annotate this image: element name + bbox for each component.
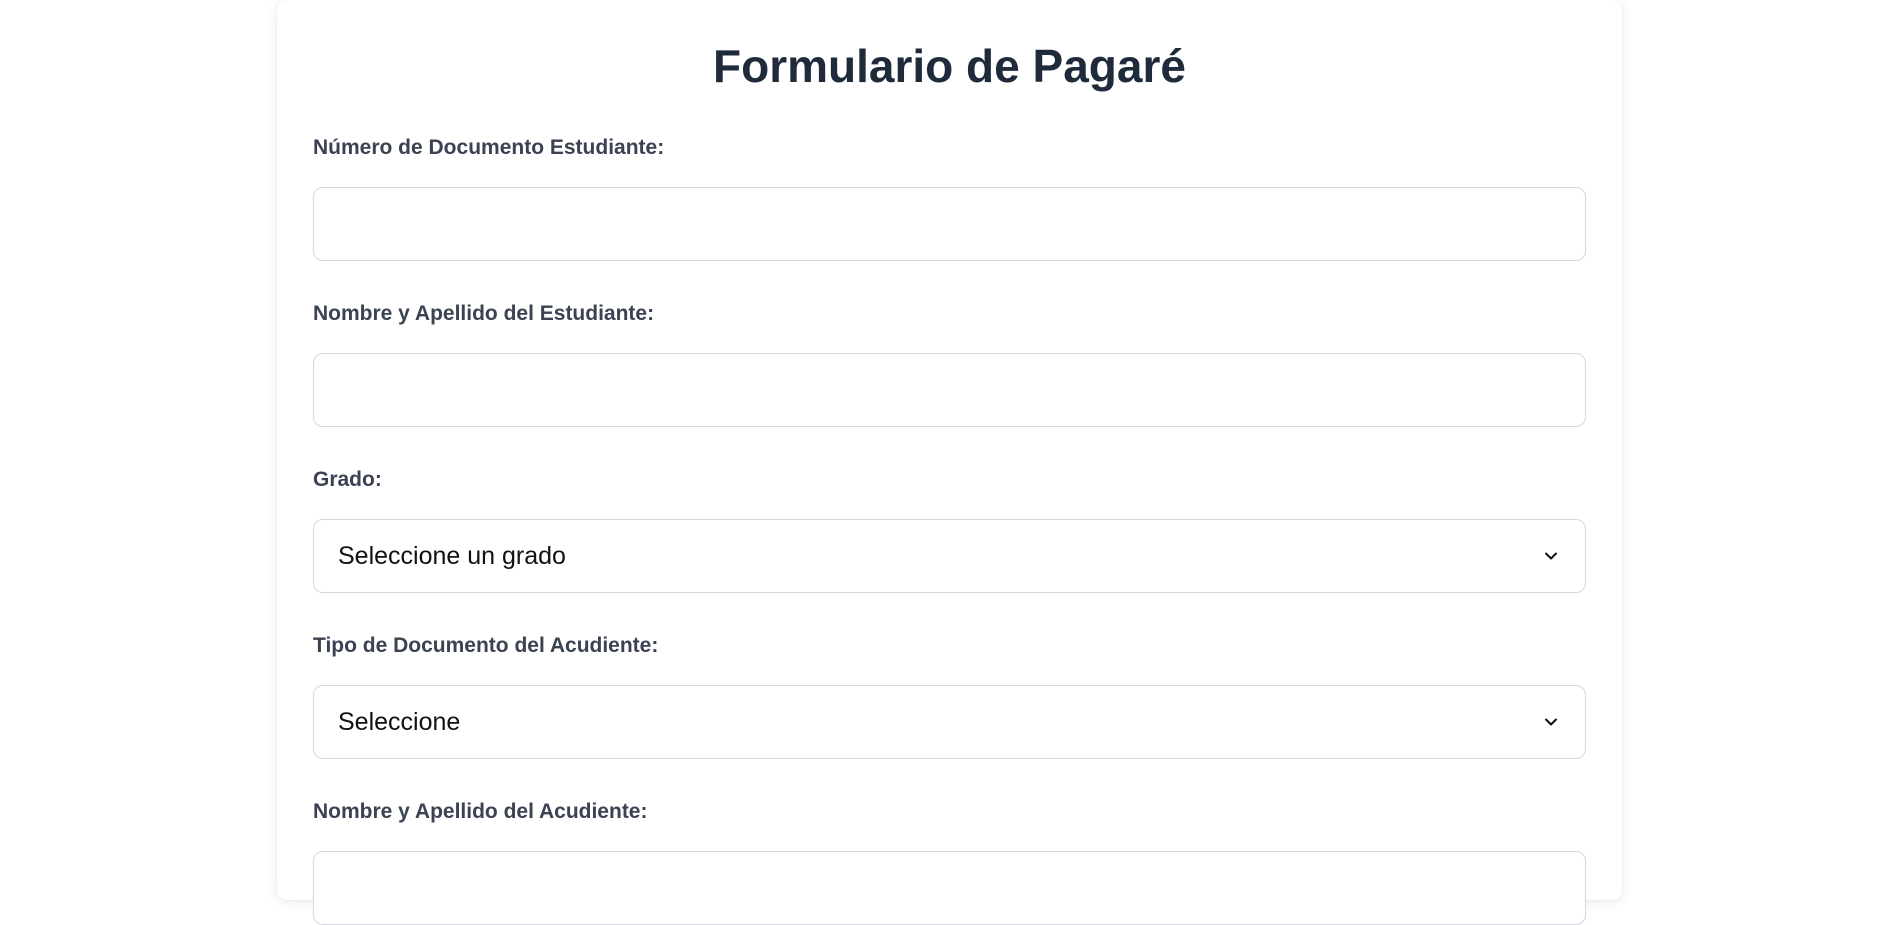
- page-title: Formulario de Pagaré: [713, 40, 1186, 92]
- guardian-name-label: Nombre y Apellido del Acudiente:: [313, 800, 648, 823]
- chevron-down-icon: [1545, 718, 1557, 726]
- guardian-document-type-label: Tipo de Documento del Acudiente:: [313, 634, 659, 657]
- chevron-down-icon: [1545, 552, 1557, 560]
- student-name-input[interactable]: [313, 353, 1586, 427]
- guardian-document-type-select-value: Seleccione: [338, 707, 461, 736]
- guardian-document-type-select[interactable]: Seleccione: [313, 685, 1586, 759]
- field-group-guardian-document-type: Tipo de Documento del Acudiente: Selecci…: [313, 632, 1586, 759]
- guardian-name-input[interactable]: [313, 851, 1586, 925]
- field-group-student-name: Nombre y Apellido del Estudiante:: [313, 300, 1586, 427]
- student-document-label: Número de Documento Estudiante:: [313, 136, 665, 159]
- student-document-input[interactable]: [313, 187, 1586, 261]
- grade-select-value: Seleccione un grado: [338, 541, 566, 570]
- student-name-label: Nombre y Apellido del Estudiante:: [313, 302, 655, 325]
- grade-select[interactable]: Seleccione un grado: [313, 519, 1586, 593]
- field-group-grade: Grado: Seleccione un grado: [313, 466, 1586, 593]
- grade-label: Grado:: [313, 468, 382, 491]
- field-group-guardian-name: Nombre y Apellido del Acudiente:: [313, 798, 1586, 925]
- field-group-student-document: Número de Documento Estudiante:: [313, 134, 1586, 261]
- form-card: Formulario de Pagaré Número de Documento…: [277, 0, 1622, 925]
